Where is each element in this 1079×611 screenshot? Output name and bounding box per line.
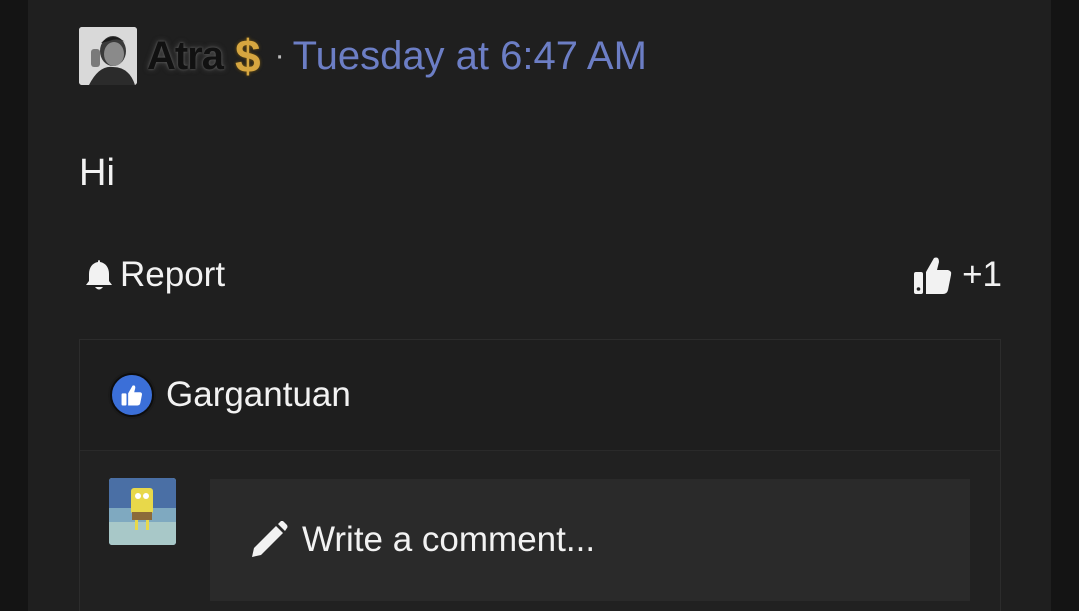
reactors-row[interactable]: Gargantuan (80, 340, 1000, 451)
report-button[interactable]: Report (84, 255, 225, 295)
action-bar: Report +1 (84, 255, 1002, 301)
author-name[interactable]: Atra (147, 34, 224, 79)
post-body: Hi (79, 152, 115, 194)
like-reaction-icon (110, 373, 154, 417)
comment-input[interactable]: Write a comment... (210, 479, 970, 601)
comment-placeholder: Write a comment... (302, 520, 596, 559)
comment-row: Write a comment... (80, 451, 1000, 611)
author-photo (79, 27, 137, 85)
post-timestamp[interactable]: Tuesday at 6:47 AM (293, 34, 647, 79)
bell-icon (86, 260, 112, 290)
post-header: Atra $ · Tuesday at 6:47 AM (79, 26, 647, 86)
dollar-badge-icon: $ (235, 30, 261, 82)
post-card: Atra $ · Tuesday at 6:47 AM Hi Report +1 (28, 0, 1051, 611)
pencil-icon (252, 521, 288, 557)
like-button[interactable]: +1 (914, 255, 1002, 295)
like-count: +1 (962, 255, 1002, 294)
thumbs-up-icon (914, 257, 952, 294)
reactions-panel: Gargantuan Write a comment... (79, 339, 1001, 611)
current-user-avatar[interactable] (109, 478, 176, 545)
separator-dot: · (274, 39, 285, 72)
report-label: Report (120, 255, 226, 294)
author-avatar[interactable] (79, 27, 137, 85)
reactor-name[interactable]: Gargantuan (166, 375, 351, 415)
spongebob-avatar-image (109, 478, 176, 545)
